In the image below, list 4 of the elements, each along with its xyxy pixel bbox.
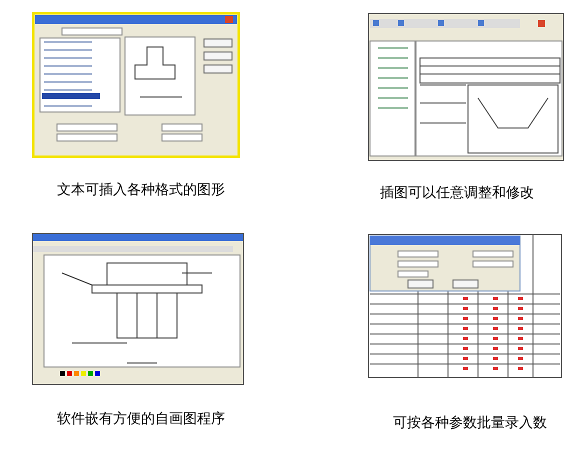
caption: 插图可以任意调整和修改 [380, 184, 535, 203]
caption: 可按各种参数批量录入数 [393, 414, 548, 433]
caption: 软件嵌有方便的自画图程序 [57, 410, 226, 429]
caption: 文本可插入各种格式的图形 [57, 181, 226, 200]
